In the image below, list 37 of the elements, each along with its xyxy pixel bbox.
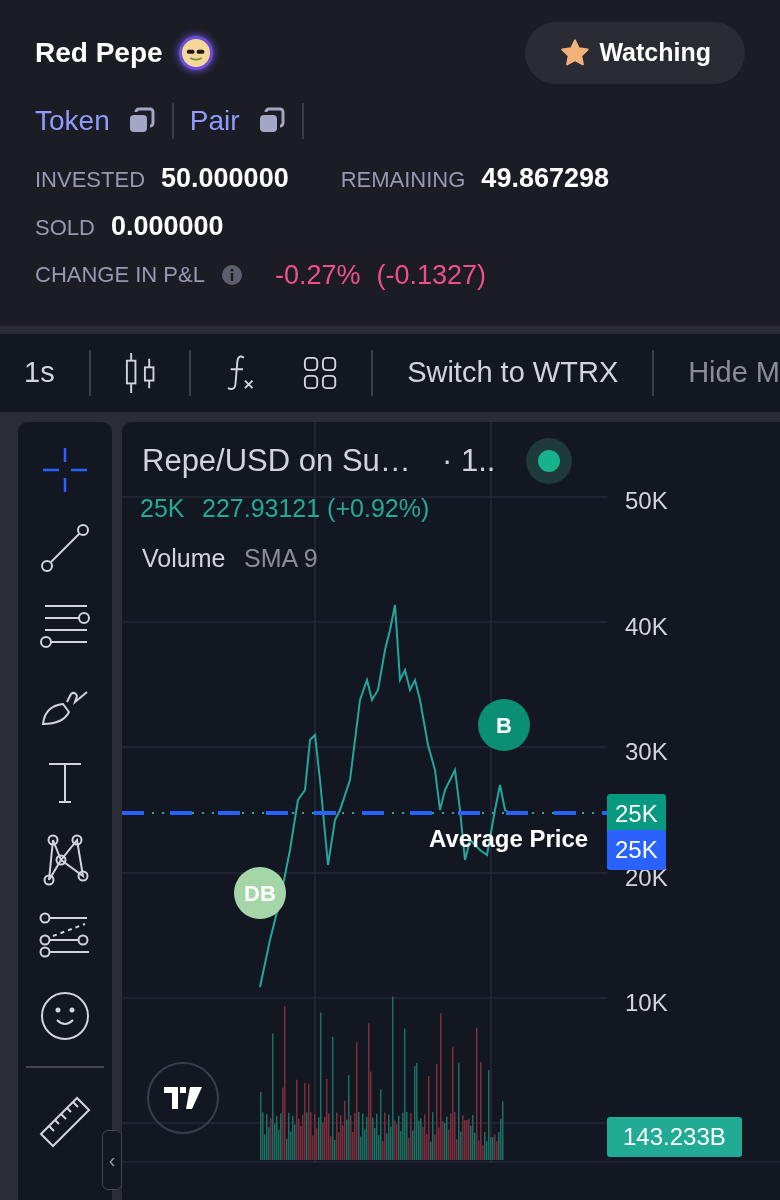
pnl-percent: -0.27% <box>274 258 361 292</box>
collapse-button[interactable]: ‹ <box>102 1130 122 1190</box>
tradingview-logo-icon <box>147 1062 219 1134</box>
link[interactable]: Token <box>35 99 110 142</box>
axis-label: 40K <box>625 611 668 642</box>
volume-ma-label: SMA 9 <box>244 543 318 574</box>
stat-value: 0.000000 <box>110 210 224 243</box>
info-icon[interactable] <box>220 263 243 286</box>
candlestick-icon[interactable] <box>124 350 155 396</box>
ruler-icon[interactable] <box>37 1094 93 1150</box>
axis-label: 30K <box>625 737 668 767</box>
token-logo-icon <box>178 35 213 70</box>
stat-value: 50.000000 <box>161 161 289 195</box>
trade-marker: B <box>478 699 530 751</box>
chart-interval: · 1.. <box>442 442 496 480</box>
token-name: Red Pepe <box>35 35 163 70</box>
volume-label: Volume <box>142 543 226 574</box>
price-change: 227.93121 (+0.92%) <box>202 493 430 524</box>
interval-button[interactable]: 1s <box>24 351 55 395</box>
axis-label: 50K <box>625 486 668 516</box>
volume-badge: 143.233B <box>607 1117 742 1157</box>
axis-label: 10K <box>625 988 668 1018</box>
hide-button[interactable]: Hide M <box>688 351 780 395</box>
price-badge: 25K <box>607 830 666 870</box>
stat-value: 49.867298 <box>481 161 609 195</box>
price-value: 25K <box>140 493 185 524</box>
link[interactable]: Pair <box>189 99 240 142</box>
watching-button[interactable]: Watching <box>525 22 745 84</box>
layout-grid-icon[interactable] <box>303 355 338 391</box>
stat-label: CHANGE IN P&L <box>35 261 205 290</box>
switch-button[interactable]: Switch to WTRX <box>407 351 619 395</box>
pnl-amount: (-0.1327) <box>376 258 487 292</box>
stat-label: SOLD <box>35 214 95 242</box>
stat-label: INVESTED <box>35 165 146 194</box>
trade-marker: DB <box>234 867 286 919</box>
chart-title: Repe/USD on Su… <box>142 442 411 480</box>
stat-label: REMAINING <box>340 165 466 194</box>
